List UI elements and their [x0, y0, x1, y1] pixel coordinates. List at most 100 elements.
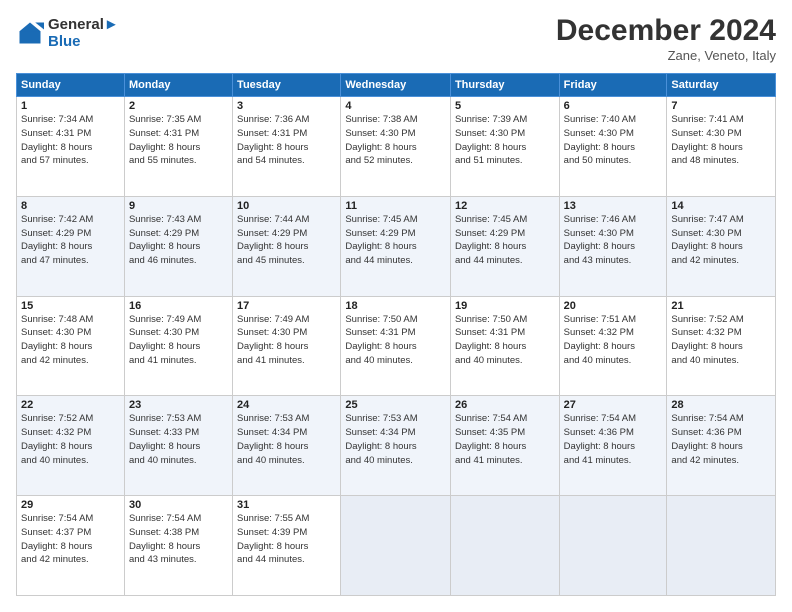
col-header-tuesday: Tuesday	[233, 74, 341, 97]
week-row-3: 15Sunrise: 7:48 AMSunset: 4:30 PMDayligh…	[17, 296, 776, 396]
day-number: 15	[21, 300, 120, 312]
cell-line: Daylight: 8 hours	[21, 141, 120, 155]
day-number: 2	[129, 100, 228, 112]
logo-icon	[16, 19, 44, 47]
cell-line: Sunset: 4:30 PM	[671, 127, 771, 141]
cell-line: Sunrise: 7:43 AM	[129, 213, 228, 227]
cell-content: Sunrise: 7:54 AMSunset: 4:36 PMDaylight:…	[564, 412, 663, 467]
calendar-cell: 11Sunrise: 7:45 AMSunset: 4:29 PMDayligh…	[341, 196, 451, 296]
cell-line: Daylight: 8 hours	[129, 540, 228, 554]
day-number: 13	[564, 200, 663, 212]
cell-line: Sunset: 4:30 PM	[564, 227, 663, 241]
cell-line: Sunset: 4:31 PM	[455, 326, 555, 340]
cell-line: Daylight: 8 hours	[455, 440, 555, 454]
cell-content: Sunrise: 7:52 AMSunset: 4:32 PMDaylight:…	[671, 313, 771, 368]
cell-content: Sunrise: 7:50 AMSunset: 4:31 PMDaylight:…	[455, 313, 555, 368]
calendar-cell	[450, 496, 559, 596]
cell-line: Sunset: 4:29 PM	[21, 227, 120, 241]
cell-line: Sunset: 4:38 PM	[129, 526, 228, 540]
calendar-cell: 31Sunrise: 7:55 AMSunset: 4:39 PMDayligh…	[233, 496, 341, 596]
cell-content: Sunrise: 7:40 AMSunset: 4:30 PMDaylight:…	[564, 113, 663, 168]
cell-line: and 40 minutes.	[455, 354, 555, 368]
calendar-cell: 16Sunrise: 7:49 AMSunset: 4:30 PMDayligh…	[124, 296, 232, 396]
calendar-cell: 22Sunrise: 7:52 AMSunset: 4:32 PMDayligh…	[17, 396, 125, 496]
cell-content: Sunrise: 7:46 AMSunset: 4:30 PMDaylight:…	[564, 213, 663, 268]
cell-content: Sunrise: 7:41 AMSunset: 4:30 PMDaylight:…	[671, 113, 771, 168]
day-number: 30	[129, 499, 228, 511]
cell-line: Sunset: 4:34 PM	[237, 426, 336, 440]
cell-line: Sunset: 4:32 PM	[21, 426, 120, 440]
cell-line: Sunrise: 7:47 AM	[671, 213, 771, 227]
day-number: 1	[21, 100, 120, 112]
day-number: 24	[237, 399, 336, 411]
cell-line: and 43 minutes.	[564, 254, 663, 268]
day-number: 9	[129, 200, 228, 212]
col-header-friday: Friday	[559, 74, 667, 97]
cell-content: Sunrise: 7:53 AMSunset: 4:34 PMDaylight:…	[345, 412, 446, 467]
cell-content: Sunrise: 7:53 AMSunset: 4:34 PMDaylight:…	[237, 412, 336, 467]
cell-line: and 40 minutes.	[345, 454, 446, 468]
cell-line: Sunset: 4:34 PM	[345, 426, 446, 440]
calendar-cell: 2Sunrise: 7:35 AMSunset: 4:31 PMDaylight…	[124, 97, 232, 197]
cell-line: Sunrise: 7:39 AM	[455, 113, 555, 127]
calendar-cell: 18Sunrise: 7:50 AMSunset: 4:31 PMDayligh…	[341, 296, 451, 396]
day-number: 14	[671, 200, 771, 212]
cell-line: Sunrise: 7:35 AM	[129, 113, 228, 127]
cell-content: Sunrise: 7:38 AMSunset: 4:30 PMDaylight:…	[345, 113, 446, 168]
cell-line: Sunrise: 7:53 AM	[129, 412, 228, 426]
cell-line: Sunset: 4:30 PM	[21, 326, 120, 340]
cell-line: and 50 minutes.	[564, 154, 663, 168]
cell-line: and 40 minutes.	[345, 354, 446, 368]
calendar-cell: 9Sunrise: 7:43 AMSunset: 4:29 PMDaylight…	[124, 196, 232, 296]
cell-line: and 44 minutes.	[237, 553, 336, 567]
cell-content: Sunrise: 7:51 AMSunset: 4:32 PMDaylight:…	[564, 313, 663, 368]
cell-line: Sunrise: 7:49 AM	[129, 313, 228, 327]
month-title: December 2024	[556, 16, 776, 46]
col-header-thursday: Thursday	[450, 74, 559, 97]
day-number: 7	[671, 100, 771, 112]
cell-content: Sunrise: 7:55 AMSunset: 4:39 PMDaylight:…	[237, 512, 336, 567]
cell-line: Sunset: 4:36 PM	[564, 426, 663, 440]
cell-line: and 40 minutes.	[564, 354, 663, 368]
cell-line: Sunrise: 7:34 AM	[21, 113, 120, 127]
calendar-cell: 14Sunrise: 7:47 AMSunset: 4:30 PMDayligh…	[667, 196, 776, 296]
cell-line: Sunset: 4:29 PM	[129, 227, 228, 241]
cell-line: Sunset: 4:39 PM	[237, 526, 336, 540]
cell-line: Sunset: 4:31 PM	[129, 127, 228, 141]
cell-content: Sunrise: 7:45 AMSunset: 4:29 PMDaylight:…	[345, 213, 446, 268]
cell-line: and 42 minutes.	[21, 553, 120, 567]
cell-line: Sunrise: 7:55 AM	[237, 512, 336, 526]
cell-line: Daylight: 8 hours	[237, 340, 336, 354]
calendar-cell: 17Sunrise: 7:49 AMSunset: 4:30 PMDayligh…	[233, 296, 341, 396]
cell-line: Daylight: 8 hours	[237, 141, 336, 155]
cell-line: and 41 minutes.	[237, 354, 336, 368]
cell-line: Daylight: 8 hours	[21, 340, 120, 354]
cell-line: and 40 minutes.	[237, 454, 336, 468]
logo: General► Blue	[16, 16, 119, 50]
day-number: 20	[564, 300, 663, 312]
cell-line: Daylight: 8 hours	[345, 340, 446, 354]
calendar-cell	[667, 496, 776, 596]
cell-content: Sunrise: 7:43 AMSunset: 4:29 PMDaylight:…	[129, 213, 228, 268]
cell-line: Sunset: 4:29 PM	[455, 227, 555, 241]
cell-line: and 55 minutes.	[129, 154, 228, 168]
cell-line: Daylight: 8 hours	[129, 440, 228, 454]
cell-line: Daylight: 8 hours	[455, 240, 555, 254]
week-row-2: 8Sunrise: 7:42 AMSunset: 4:29 PMDaylight…	[17, 196, 776, 296]
day-number: 3	[237, 100, 336, 112]
cell-line: Sunrise: 7:54 AM	[21, 512, 120, 526]
cell-line: and 44 minutes.	[455, 254, 555, 268]
calendar-cell: 6Sunrise: 7:40 AMSunset: 4:30 PMDaylight…	[559, 97, 667, 197]
cell-line: Daylight: 8 hours	[129, 340, 228, 354]
cell-line: Sunrise: 7:49 AM	[237, 313, 336, 327]
cell-content: Sunrise: 7:52 AMSunset: 4:32 PMDaylight:…	[21, 412, 120, 467]
cell-line: and 44 minutes.	[345, 254, 446, 268]
calendar-cell: 24Sunrise: 7:53 AMSunset: 4:34 PMDayligh…	[233, 396, 341, 496]
cell-content: Sunrise: 7:48 AMSunset: 4:30 PMDaylight:…	[21, 313, 120, 368]
cell-line: Sunset: 4:30 PM	[237, 326, 336, 340]
calendar-cell: 20Sunrise: 7:51 AMSunset: 4:32 PMDayligh…	[559, 296, 667, 396]
cell-line: Sunrise: 7:48 AM	[21, 313, 120, 327]
cell-line: Daylight: 8 hours	[564, 240, 663, 254]
calendar-cell: 27Sunrise: 7:54 AMSunset: 4:36 PMDayligh…	[559, 396, 667, 496]
cell-line: Daylight: 8 hours	[237, 240, 336, 254]
